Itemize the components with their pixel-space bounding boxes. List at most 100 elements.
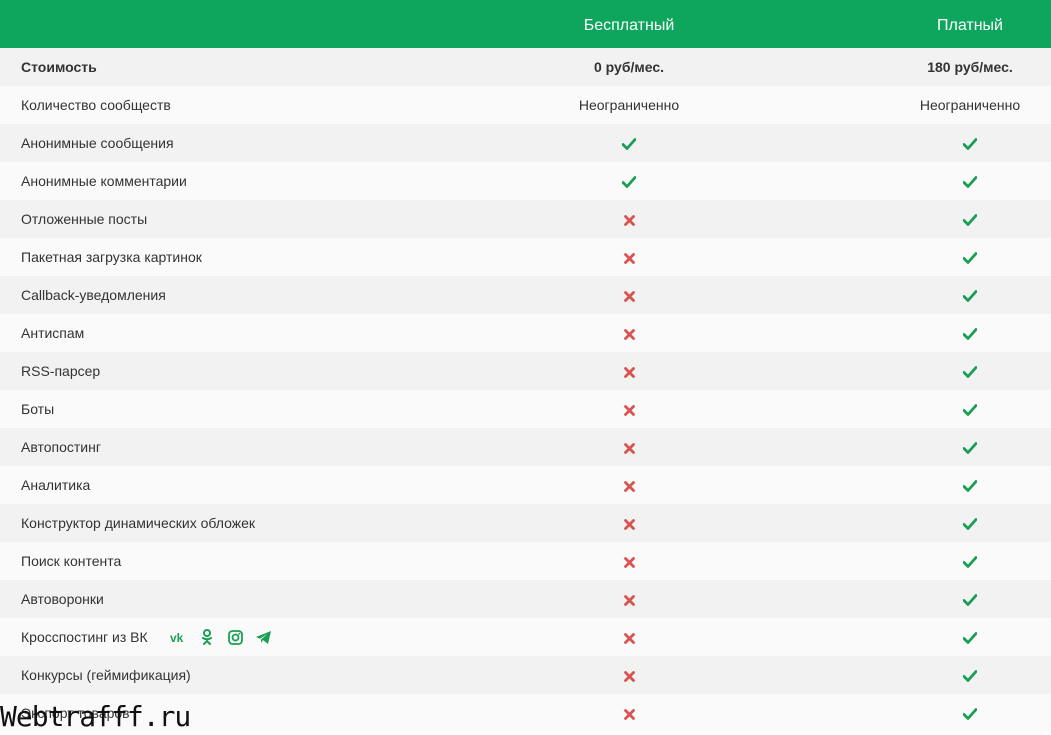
table-row: Анонимные комментарии bbox=[0, 162, 1051, 200]
check-icon bbox=[963, 328, 977, 341]
feature-label: RSS-парсер bbox=[21, 363, 101, 379]
table-body: Стоимость 0 руб/мес. 180 руб/мес. Количеств… bbox=[0, 48, 1051, 732]
feature-label: Аналитика bbox=[21, 477, 91, 493]
feature-label: Поиск контента bbox=[21, 553, 122, 569]
vk-icon: vk bbox=[170, 628, 188, 646]
check-icon bbox=[963, 404, 977, 417]
free-plan-cell bbox=[529, 314, 729, 352]
check-icon bbox=[622, 176, 636, 189]
check-icon bbox=[963, 556, 977, 569]
table-row: Антиспам bbox=[0, 314, 1051, 352]
free-plan-cell bbox=[529, 466, 729, 504]
paid-plan-cell bbox=[890, 162, 1050, 200]
feature-label: Callback-уведомления bbox=[21, 287, 166, 303]
header-paid-plan: Платный bbox=[937, 17, 1003, 34]
cross-icon bbox=[623, 708, 635, 720]
check-icon bbox=[963, 290, 977, 303]
feature-label: Анонимные сообщения bbox=[21, 135, 174, 151]
check-icon bbox=[963, 252, 977, 265]
cross-icon bbox=[623, 404, 635, 416]
free-plan-cell bbox=[529, 124, 729, 162]
pricing-table: Бесплатный Платный Стоимость 0 руб/мес. 18… bbox=[0, 0, 1051, 732]
check-icon bbox=[963, 366, 977, 379]
free-plan-cell bbox=[529, 428, 729, 466]
check-icon bbox=[963, 708, 977, 721]
table-row: Поиск контента bbox=[0, 542, 1051, 580]
cross-icon bbox=[623, 594, 635, 606]
paid-plan-cell bbox=[890, 428, 1050, 466]
table-row: RSS-парсер bbox=[0, 352, 1051, 390]
check-icon bbox=[963, 214, 977, 227]
table-row: Аналитика bbox=[0, 466, 1051, 504]
cross-icon bbox=[623, 670, 635, 682]
table-row: Конкурсы (геймификация) bbox=[0, 656, 1051, 694]
free-plan-cell bbox=[529, 162, 729, 200]
paid-plan-cell bbox=[890, 618, 1050, 656]
cross-icon bbox=[623, 480, 635, 492]
cross-icon bbox=[623, 366, 635, 378]
table-row: Конструктор динамических обложек bbox=[0, 504, 1051, 542]
paid-plan-cell bbox=[890, 542, 1050, 580]
table-row: Количество сообществ Неограниченно Неогран… bbox=[0, 86, 1051, 124]
watermark-text: Webtrafff.ru bbox=[0, 700, 191, 733]
check-icon bbox=[963, 442, 977, 455]
feature-label: Боты bbox=[21, 401, 55, 417]
paid-plan-cell bbox=[890, 314, 1050, 352]
cross-icon bbox=[623, 442, 635, 454]
cross-icon bbox=[623, 518, 635, 530]
odnoklassniki-icon bbox=[198, 628, 216, 646]
cross-icon bbox=[623, 556, 635, 568]
free-plan-cell bbox=[529, 238, 729, 276]
cross-icon bbox=[623, 328, 635, 340]
cross-icon bbox=[623, 252, 635, 264]
cross-icon bbox=[623, 214, 635, 226]
cross-icon bbox=[623, 290, 635, 302]
feature-label: Количество сообществ bbox=[21, 97, 171, 113]
check-icon bbox=[963, 594, 977, 607]
check-icon bbox=[963, 480, 977, 493]
free-plan-cell bbox=[529, 200, 729, 238]
free-plan-cell bbox=[529, 580, 729, 618]
check-icon bbox=[963, 632, 977, 645]
feature-label: Кросспостинг из ВК bbox=[21, 629, 148, 645]
feature-label: Стоимость bbox=[21, 59, 97, 75]
free-plan-cell bbox=[529, 504, 729, 542]
check-icon bbox=[963, 518, 977, 531]
feature-label: Пакетная загрузка картинок bbox=[21, 249, 202, 265]
table-row: Кросспостинг из ВК vk bbox=[0, 618, 1051, 656]
social-icons: vk bbox=[170, 618, 272, 656]
paid-plan-cell bbox=[890, 200, 1050, 238]
paid-plan-cell bbox=[890, 390, 1050, 428]
paid-plan-cell bbox=[890, 580, 1050, 618]
free-plan-cell bbox=[529, 656, 729, 694]
free-plan-value: 0 руб/мес. bbox=[594, 59, 664, 75]
paid-plan-cell bbox=[890, 352, 1050, 390]
table-row: Боты bbox=[0, 390, 1051, 428]
free-plan-cell bbox=[529, 352, 729, 390]
table-header: Бесплатный Платный bbox=[0, 0, 1051, 48]
free-plan-value: Неограниченно bbox=[578, 97, 680, 113]
paid-plan-value: Неограниченно bbox=[919, 97, 1021, 113]
feature-label: Отложенные посты bbox=[21, 211, 148, 227]
paid-plan-cell bbox=[890, 466, 1050, 504]
check-icon bbox=[963, 176, 977, 189]
feature-label: Конкурсы (геймификация) bbox=[21, 667, 191, 683]
telegram-icon bbox=[254, 628, 272, 646]
free-plan-cell bbox=[529, 542, 729, 580]
free-plan-cell bbox=[529, 276, 729, 314]
cross-icon bbox=[623, 632, 635, 644]
feature-label: Антиспам bbox=[21, 325, 85, 341]
paid-plan-value: 180 руб/мес. bbox=[927, 59, 1013, 75]
svg-text:vk: vk bbox=[170, 631, 184, 643]
paid-plan-cell bbox=[890, 124, 1050, 162]
table-row: Автопостинг bbox=[0, 428, 1051, 466]
table-row: Автоворонки bbox=[0, 580, 1051, 618]
header-free-plan: Бесплатный bbox=[583, 17, 675, 34]
table-row: Пакетная загрузка картинок bbox=[0, 238, 1051, 276]
free-plan-cell bbox=[529, 390, 729, 428]
paid-plan-cell bbox=[890, 238, 1050, 276]
free-plan-cell bbox=[529, 618, 729, 656]
paid-plan-cell bbox=[890, 276, 1050, 314]
table-row: Анонимные сообщения bbox=[0, 124, 1051, 162]
table-row: Стоимость 0 руб/мес. 180 руб/мес. bbox=[0, 48, 1051, 86]
